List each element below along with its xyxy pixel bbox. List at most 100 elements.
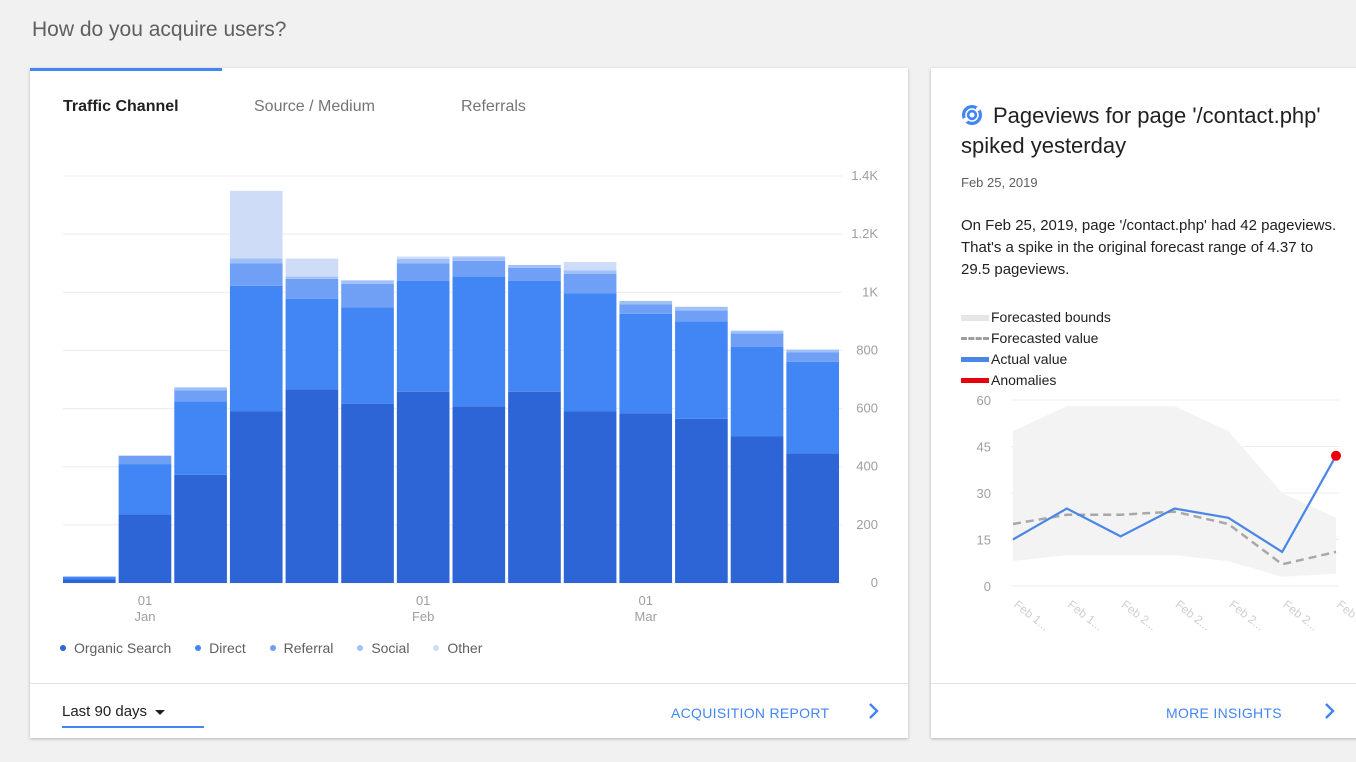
y-tick-label: 0 xyxy=(984,579,991,594)
bar-segment xyxy=(118,514,172,583)
bar-segment xyxy=(619,413,673,583)
pageviews-anomaly-chart: 0 15 30 45 60 Feb 1... Feb 1... Feb 2... Feb 2..… xyxy=(977,393,1356,633)
bar-segment xyxy=(285,389,339,583)
insight-chart-legend: Forecasted bounds Forecasted value Actua… xyxy=(961,307,1111,391)
legend-dot-organic-search xyxy=(60,645,66,651)
legend-label: Direct xyxy=(209,640,246,656)
y-tick-label: 600 xyxy=(856,401,878,416)
bar-segment xyxy=(229,263,283,286)
legend-swatch-forecast xyxy=(961,337,989,340)
bar-segment xyxy=(174,390,227,402)
page-title: How do you acquire users? xyxy=(32,18,287,41)
anomaly-point xyxy=(1331,450,1341,461)
legend-label: Organic Search xyxy=(74,640,172,656)
bar-segment xyxy=(396,391,450,583)
x-tick-label: 01 xyxy=(416,593,430,608)
bar-segment xyxy=(730,346,784,437)
bar-segment xyxy=(786,361,839,454)
y-tick-label: 15 xyxy=(977,533,991,548)
legend-item-social[interactable]: Social xyxy=(357,640,409,656)
more-insights-link[interactable]: MORE INSIGHTS xyxy=(1166,705,1282,721)
x-tick-label: Feb 1... xyxy=(1011,597,1052,633)
bar-segment xyxy=(619,304,673,314)
bar-segment xyxy=(229,285,283,412)
bar-segment xyxy=(63,579,116,583)
x-tick-label: 01 xyxy=(639,593,653,608)
insight-date: Feb 25, 2019 xyxy=(961,175,1038,190)
bar-segment xyxy=(174,387,227,391)
bar-segment xyxy=(285,258,339,277)
chevron-right-icon[interactable] xyxy=(868,701,880,727)
legend-item-forecasted-value: Forecasted value xyxy=(961,328,1111,349)
legend-swatch-bounds xyxy=(961,314,989,321)
y-tick-label: 800 xyxy=(856,342,878,357)
bar-segment xyxy=(508,264,561,268)
x-tick-label: Feb 2... xyxy=(1173,597,1214,633)
x-tick-label: Feb 2... xyxy=(1280,597,1321,633)
y-tick-label: 45 xyxy=(977,440,991,455)
traffic-channel-chart: 02004006008001K1.2K1.4K01Jan01Feb01Mar xyxy=(63,168,878,624)
legend-label: Actual value xyxy=(991,351,1068,367)
bar-segment xyxy=(563,293,617,412)
bar-segment xyxy=(563,270,617,274)
insight-body: On Feb 25, 2019, page '/contact.php' had… xyxy=(961,217,1337,278)
acquisition-report-link[interactable]: ACQUISITION REPORT xyxy=(671,705,829,721)
legend-item-referral[interactable]: Referral xyxy=(269,640,334,656)
legend-label: Referral xyxy=(283,640,334,656)
bar-segment xyxy=(174,474,227,583)
bar-segment xyxy=(786,453,839,583)
date-range-dropdown[interactable]: Last 90 days xyxy=(62,703,166,720)
legend-item-direct[interactable]: Direct xyxy=(195,640,246,656)
legend-dot-other xyxy=(433,645,440,651)
bar-segment xyxy=(396,256,450,259)
card-footer-divider xyxy=(931,683,1356,684)
insights-icon xyxy=(961,104,983,126)
y-tick-label: 60 xyxy=(977,393,991,408)
bar-segment xyxy=(285,276,339,279)
y-tick-label: 1.2K xyxy=(851,226,878,241)
bar-segment xyxy=(675,418,728,583)
bar-segment xyxy=(229,411,283,583)
insight-title: Pageviews for page '/contact.php' spiked… xyxy=(961,103,1321,158)
legend-swatch-anomalies xyxy=(961,378,989,383)
y-tick-label: 0 xyxy=(871,575,878,590)
x-tick-label: Mar xyxy=(635,609,658,624)
bar-segment xyxy=(118,464,172,515)
bar-segment xyxy=(508,267,561,281)
insight-title-block: Pageviews for page '/contact.php' spiked… xyxy=(961,101,1341,161)
date-range-underline xyxy=(62,726,204,728)
chart-legend: Organic Search Direct Referral Social Ot… xyxy=(60,638,502,656)
y-tick-label: 30 xyxy=(977,486,991,501)
legend-item-organic-search[interactable]: Organic Search xyxy=(60,640,171,656)
y-tick-label: 400 xyxy=(856,459,878,474)
chevron-right-icon[interactable] xyxy=(1324,701,1336,727)
legend-dot-social xyxy=(357,645,364,651)
bar-segment xyxy=(341,403,394,583)
bar-segment xyxy=(285,298,339,390)
legend-item-other[interactable]: Other xyxy=(433,640,482,656)
bar-segment xyxy=(619,313,673,414)
bar-segment xyxy=(675,310,728,322)
legend-swatch-actual xyxy=(961,357,989,362)
legend-label: Social xyxy=(371,640,410,656)
legend-dot-direct xyxy=(195,645,202,651)
y-tick-label: 1.4K xyxy=(851,168,878,183)
x-tick-label: Feb 2... xyxy=(1119,597,1160,633)
bar-segment xyxy=(174,401,227,475)
bar-segment xyxy=(452,255,506,258)
bar-segment xyxy=(452,276,506,407)
legend-item-actual-value: Actual value xyxy=(961,349,1111,370)
y-tick-label: 1K xyxy=(862,284,878,299)
bar-segment xyxy=(786,352,839,362)
bar-segment xyxy=(341,307,394,404)
insight-card: Pageviews for page '/contact.php' spiked… xyxy=(931,68,1356,738)
bar-segment xyxy=(229,190,283,259)
bar-segment xyxy=(563,411,617,583)
x-tick-label: Feb 2... xyxy=(1226,597,1267,633)
card-footer-divider xyxy=(30,683,908,684)
bar-segment xyxy=(563,273,617,294)
legend-label: Forecasted bounds xyxy=(991,309,1111,325)
y-tick-label: 200 xyxy=(856,517,878,532)
x-tick-label: Feb xyxy=(412,609,434,624)
bar-segment xyxy=(675,306,728,311)
